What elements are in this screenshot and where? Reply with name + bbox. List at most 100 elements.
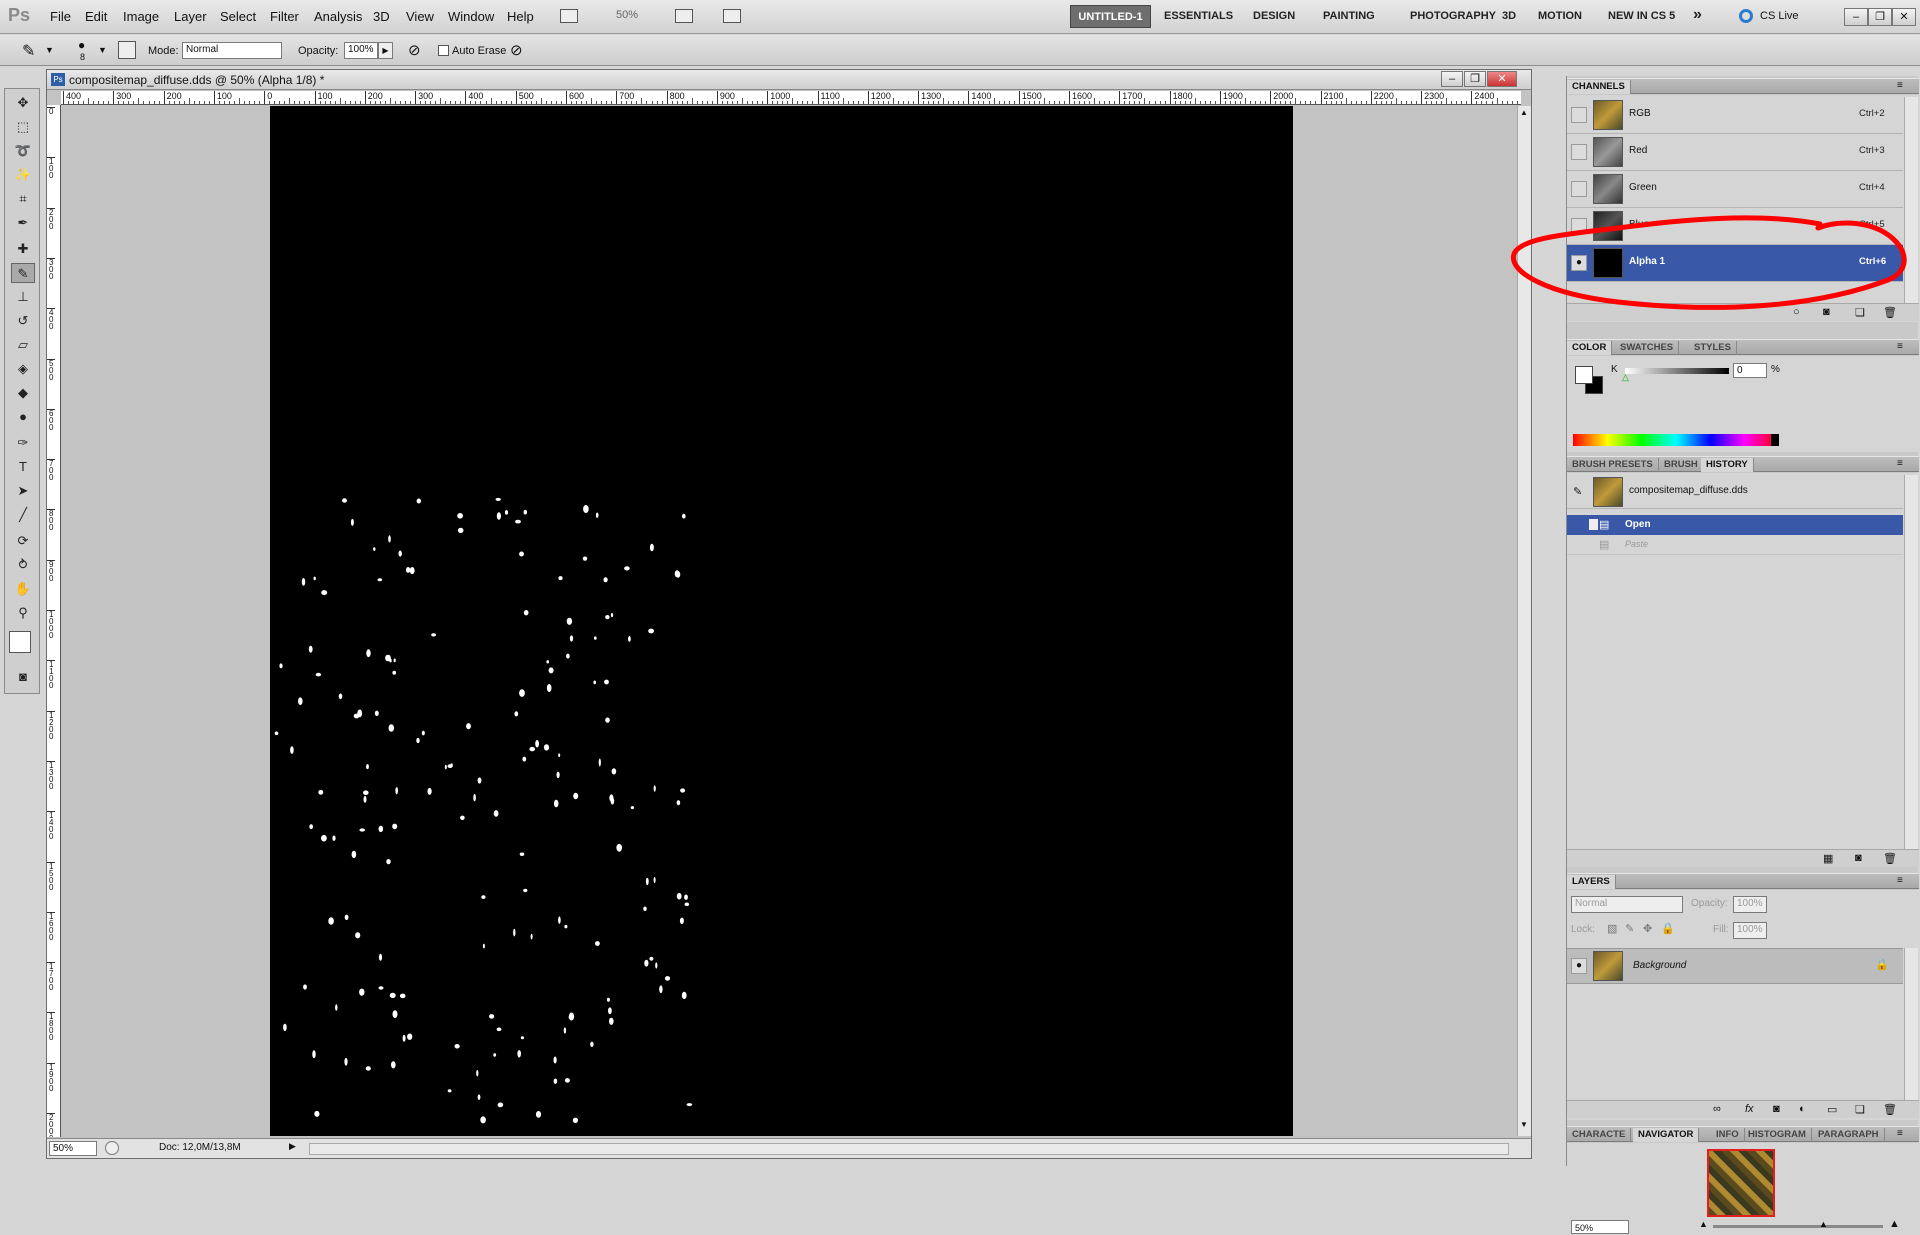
blur-tool-icon[interactable]: ◆ — [11, 383, 35, 403]
color-panel-menu-icon[interactable]: ≡ — [1897, 341, 1903, 352]
scroll-down-icon[interactable]: ▼ — [1520, 1120, 1528, 1129]
tab-info[interactable]: INFO — [1711, 1128, 1745, 1142]
horizontal-scrollbar[interactable] — [309, 1143, 1509, 1155]
tab-paragraph[interactable]: PARAGRAPH — [1813, 1128, 1885, 1142]
marquee-tool-icon[interactable]: ⬚ — [11, 117, 35, 137]
zoom-dropdown[interactable]: 50% — [616, 9, 638, 21]
pencil-tool-icon[interactable]: ✎ — [11, 263, 35, 283]
menu-image[interactable]: Image — [123, 9, 159, 24]
screen-mode-icon[interactable] — [723, 9, 741, 23]
navigator-zoom-input[interactable]: 50% — [1571, 1220, 1629, 1234]
restore-icon[interactable]: ❐ — [1868, 8, 1892, 26]
k-slider-track[interactable] — [1625, 368, 1729, 374]
history-panel-menu-icon[interactable]: ≡ — [1897, 458, 1903, 469]
menu-view[interactable]: View — [406, 9, 434, 24]
menu-help[interactable]: Help — [507, 9, 534, 24]
status-zoom-input[interactable]: 50% — [49, 1141, 97, 1156]
add-mask-icon[interactable]: ◙ — [1773, 1103, 1780, 1115]
menu-file[interactable]: File — [50, 9, 71, 24]
cs-live-button[interactable]: CS Live — [1760, 10, 1799, 22]
minimize-icon[interactable]: – — [1844, 8, 1868, 26]
new-document-from-state-icon[interactable]: ▦ — [1823, 852, 1833, 865]
tab-brush-presets[interactable]: BRUSH PRESETS — [1567, 458, 1659, 472]
link-layers-icon[interactable]: ∞ — [1713, 1103, 1721, 1115]
pressure-opacity-icon[interactable]: ⊘ — [408, 41, 421, 59]
alpha-channel-canvas[interactable] — [62, 106, 1519, 1136]
close-icon[interactable]: ✕ — [1892, 8, 1916, 26]
workspace-more[interactable]: » — [1693, 6, 1702, 24]
healing-brush-tool-icon[interactable]: ✚ — [11, 239, 35, 259]
tab-swatches[interactable]: SWATCHES — [1615, 341, 1680, 355]
status-info-icon[interactable] — [105, 1141, 119, 1155]
zoom-tool-icon[interactable]: ⚲ — [11, 603, 35, 623]
opacity-slider-icon[interactable]: ▶ — [378, 42, 393, 59]
eraser-tool-icon[interactable]: ▱ — [11, 335, 35, 355]
k-slider-thumb-icon[interactable]: △ — [1622, 372, 1629, 383]
auto-erase-checkbox[interactable] — [438, 45, 449, 56]
spectrum-black-end[interactable] — [1771, 434, 1779, 446]
vertical-ruler[interactable]: 0 100 200 300 400 500 600 700 800 900 1000 1100 1200… — [47, 105, 61, 1137]
pressure-size-icon[interactable]: ⊘ — [510, 41, 523, 59]
workspace-motion[interactable]: MOTION — [1538, 10, 1582, 22]
channel-visibility-toggle[interactable] — [1571, 181, 1587, 197]
navigator-preview[interactable] — [1707, 1149, 1775, 1217]
channel-row-red[interactable]: Red Ctrl+3 — [1567, 134, 1903, 171]
new-snapshot-icon[interactable]: ◙ — [1855, 852, 1862, 864]
k-value-input[interactable]: 0 — [1733, 363, 1767, 378]
canvas-image[interactable] — [270, 106, 1293, 1136]
menu-filter[interactable]: Filter — [270, 9, 299, 24]
menu-edit[interactable]: Edit — [85, 9, 107, 24]
arrange-documents-icon[interactable] — [675, 9, 693, 23]
layers-panel-menu-icon[interactable]: ≡ — [1897, 875, 1903, 886]
lock-transparency-icon[interactable]: ▧ — [1607, 922, 1617, 935]
eyedropper-tool-icon[interactable]: ✒ — [11, 213, 35, 233]
navigator-zoom-slider[interactable] — [1713, 1225, 1883, 1228]
color-foreground-swatch[interactable] — [1575, 366, 1593, 384]
3d-rotate-tool-icon[interactable]: ⟳ — [11, 531, 35, 551]
layers-scrollbar[interactable] — [1904, 948, 1918, 1100]
fill-input[interactable]: 100% — [1733, 922, 1767, 939]
tab-channels[interactable]: CHANNELS — [1567, 80, 1631, 94]
workspace-painting[interactable]: PAINTING — [1323, 10, 1375, 22]
layer-opacity-input[interactable]: 100% — [1733, 896, 1767, 913]
hand-tool-icon[interactable]: ✋ — [11, 579, 35, 599]
workspace-design[interactable]: DESIGN — [1253, 10, 1295, 22]
status-menu-arrow-icon[interactable]: ▶ — [289, 1141, 296, 1152]
delete-layer-icon[interactable]: 🗑 — [1883, 1103, 1897, 1116]
lock-position-icon[interactable]: ✥ — [1643, 922, 1652, 935]
workspace-3d[interactable]: 3D — [1502, 10, 1516, 22]
delete-state-icon[interactable]: 🗑 — [1883, 852, 1897, 865]
color-spectrum-bar[interactable] — [1573, 434, 1779, 446]
workspace-new-in-cs5[interactable]: NEW IN CS 5 — [1608, 10, 1675, 22]
navigator-panel-menu-icon[interactable]: ≡ — [1897, 1128, 1903, 1139]
brush-panel-toggle-icon[interactable] — [118, 41, 136, 59]
3d-orbit-tool-icon[interactable]: ⥁ — [11, 555, 35, 575]
history-brush-tool-icon[interactable]: ↺ — [11, 311, 35, 331]
history-step-open[interactable]: ▤ Open — [1567, 515, 1903, 535]
adjustment-layer-icon[interactable]: ◐ — [1799, 1103, 1806, 1115]
lasso-tool-icon[interactable]: ➰ — [11, 141, 35, 161]
history-scrollbar[interactable] — [1904, 475, 1918, 849]
pencil-tool-icon[interactable]: ✎ — [22, 41, 35, 61]
history-snapshot-row[interactable]: ✎ compositemap_diffuse.dds — [1567, 475, 1903, 509]
layer-row-background[interactable]: ● Background 🔒 — [1567, 948, 1903, 984]
tab-styles[interactable]: STYLES — [1689, 341, 1737, 355]
pen-tool-icon[interactable]: ✑ — [11, 433, 35, 453]
new-group-icon[interactable]: ▭ — [1827, 1103, 1837, 1116]
quick-mask-icon[interactable]: ◙ — [11, 667, 35, 687]
opacity-input[interactable]: 100% — [344, 42, 378, 59]
foreground-color-swatch[interactable] — [9, 631, 31, 653]
workspace-photography[interactable]: PHOTOGRAPHY — [1410, 10, 1496, 22]
history-step-paste[interactable]: ▤ Paste — [1567, 535, 1903, 555]
channel-visibility-toggle[interactable] — [1571, 144, 1587, 160]
navigator-zoom-thumb-icon[interactable]: ▲ — [1819, 1219, 1828, 1229]
menu-analysis[interactable]: Analysis — [314, 9, 362, 24]
tab-navigator[interactable]: NAVIGATOR — [1633, 1128, 1700, 1142]
zoom-out-icon[interactable]: ▲ — [1699, 1219, 1708, 1229]
doc-minimize-icon[interactable]: – — [1441, 71, 1463, 87]
line-tool-icon[interactable]: ╱ — [11, 505, 35, 525]
tab-brush[interactable]: BRUSH — [1659, 458, 1704, 472]
workspace-active[interactable]: UNTITLED-1 — [1070, 5, 1151, 28]
clone-stamp-tool-icon[interactable]: ⊥ — [11, 287, 35, 307]
workspace-essentials[interactable]: ESSENTIALS — [1164, 10, 1233, 22]
